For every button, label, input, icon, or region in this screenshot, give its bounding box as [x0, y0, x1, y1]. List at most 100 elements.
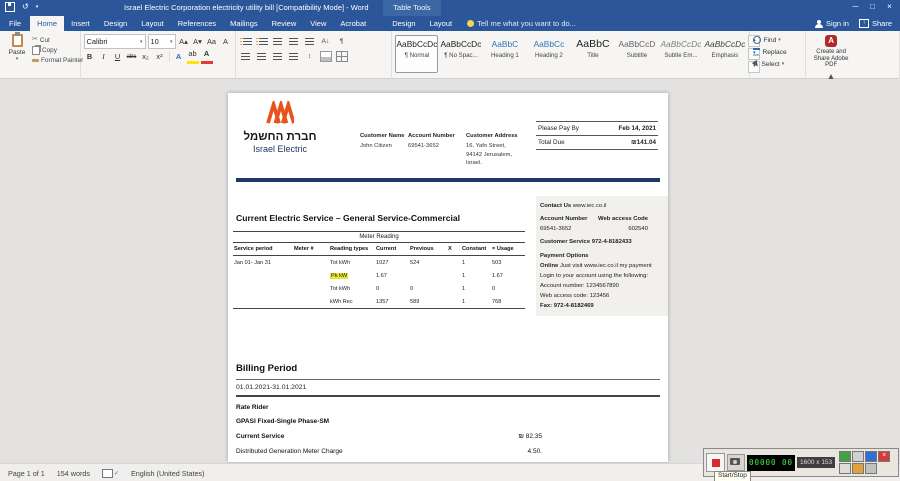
font-row-2: B I U abc x₂ x² A ab A [84, 49, 233, 64]
logo-hebrew-text: חברת החשמל [243, 131, 317, 143]
share-button[interactable]: ↑ Share [858, 19, 892, 28]
settings-icon[interactable] [852, 451, 865, 462]
style-subtitle[interactable]: AaBbCcD Subtitle [615, 35, 658, 73]
window-title: Israel Electric Corporation electricity … [124, 3, 369, 12]
strikethrough-button[interactable]: abc [126, 51, 138, 63]
decrease-indent-button[interactable] [287, 35, 301, 48]
align-left-icon [241, 52, 251, 61]
line-spacing-button[interactable]: ↕ [303, 50, 317, 63]
monitor-icon[interactable] [839, 451, 852, 462]
style-normal[interactable]: AaBbCcDc ¶ Normal [395, 35, 439, 73]
quick-access-toolbar: ↺ ▾ [5, 2, 38, 12]
meter-reading-title: Meter Reading [233, 231, 525, 243]
tab-insert[interactable]: Insert [64, 16, 97, 31]
tool-icon[interactable] [865, 463, 878, 474]
tab-table-layout[interactable]: Layout [423, 16, 460, 31]
borders-button[interactable] [335, 50, 349, 63]
tab-references[interactable]: References [171, 16, 223, 31]
highlight-color-button[interactable]: ab [186, 49, 199, 64]
tab-mailings[interactable]: Mailings [223, 16, 265, 31]
maximize-button[interactable]: □ [864, 0, 881, 15]
underline-button[interactable]: U [112, 51, 124, 63]
cut-button[interactable]: ✂ Cut [32, 35, 83, 45]
share-icon: ↑ [858, 19, 869, 28]
numbering-button[interactable] [255, 35, 269, 48]
shading-button[interactable] [319, 50, 333, 63]
tab-home[interactable]: Home [30, 16, 65, 31]
sort-button[interactable]: A↓ [319, 35, 333, 48]
font-family-select[interactable]: Calibri ▾ [83, 34, 146, 49]
camera-button[interactable] [727, 454, 745, 471]
billing-period-dates: 01.01.2021-31.01.2021 [236, 384, 307, 391]
style-no-spacing[interactable]: AaBbCcDc ¶ No Spac... [439, 35, 482, 73]
tab-review[interactable]: Review [265, 16, 304, 31]
superscript-button[interactable]: x² [154, 51, 166, 63]
style-title[interactable]: AaBbC Title [571, 35, 614, 73]
close-recorder-icon[interactable]: × [878, 451, 891, 462]
style-heading-2[interactable]: AaBbCc Heading 2 [527, 35, 570, 73]
undo-icon[interactable]: ↺ [22, 2, 29, 12]
select-button[interactable]: Select ▾ [752, 58, 803, 70]
total-due-row: Total Due ₪141.04 [536, 135, 658, 149]
grow-font-button[interactable]: A▴ [178, 36, 190, 48]
current-service-row: Current Service ₪ 82.35 [236, 433, 542, 440]
multilevel-list-button[interactable] [271, 35, 285, 48]
account-number-line: Account number: 1234567890 [540, 282, 619, 289]
clear-formatting-button[interactable]: A [220, 36, 232, 48]
account-values-row: 69541-3652 602540 [540, 226, 648, 233]
record-icon [711, 458, 720, 467]
shrink-font-button[interactable]: A▾ [192, 36, 204, 48]
paste-button[interactable]: Paste ▾ [4, 32, 30, 67]
spellcheck-button[interactable]: ✓ [101, 468, 119, 478]
italic-button[interactable]: I [98, 51, 110, 63]
text-effects-button[interactable]: A [173, 51, 185, 63]
font-size-select[interactable]: 10 ▾ [147, 34, 176, 49]
capture-dimensions-label: 1600 x 153 [797, 457, 836, 468]
tab-table-design[interactable]: Design [385, 16, 422, 31]
bold-button[interactable]: B [84, 51, 96, 63]
sign-in-button[interactable]: Sign in [815, 19, 849, 28]
align-center-button[interactable] [255, 50, 269, 63]
language-indicator[interactable]: English (United States) [131, 469, 205, 478]
record-button[interactable] [706, 453, 725, 472]
tab-layout[interactable]: Layout [134, 16, 171, 31]
distributed-generation-amount: 4.50. [527, 448, 542, 455]
find-button[interactable]: Find ▾ [753, 34, 803, 46]
tab-acrobat[interactable]: Acrobat [333, 16, 373, 31]
tell-me-box[interactable]: Tell me what you want to do... [467, 16, 576, 31]
tab-design[interactable]: Design [97, 16, 134, 31]
qat-customize-icon[interactable]: ▾ [36, 2, 39, 12]
justify-button[interactable] [287, 50, 301, 63]
document-page[interactable]: חברת החשמל Israel Electric Customer Name… [228, 93, 668, 462]
style-emphasis[interactable]: AaBbCcDc Emphasis [703, 35, 746, 73]
show-formatting-marks-button[interactable]: ¶ [335, 35, 349, 48]
minimize-recorder-icon[interactable] [865, 451, 878, 462]
bullets-button[interactable] [239, 35, 253, 48]
copy-button[interactable]: Copy [32, 45, 83, 55]
pencil-icon[interactable] [852, 463, 865, 474]
chevron-down-icon: ▾ [781, 61, 785, 67]
current-service-amount: ₪ 82.35 [518, 433, 542, 440]
format-painter-button[interactable]: Format Painter [32, 55, 83, 65]
align-right-button[interactable] [271, 50, 285, 63]
create-share-pdf-button[interactable]: A Create and Share Adobe PDF [809, 34, 853, 71]
tab-file[interactable]: File [0, 16, 30, 31]
bullets-icon [239, 37, 242, 46]
page-indicator[interactable]: Page 1 of 1 [8, 469, 45, 478]
increase-indent-button[interactable] [303, 35, 317, 48]
style-subtle-emphasis[interactable]: AaBbCcDc Subtle Em... [659, 35, 702, 73]
subscript-button[interactable]: x₂ [140, 51, 152, 63]
change-case-button[interactable]: Aa [206, 36, 218, 48]
word-count[interactable]: 154 words [57, 469, 90, 478]
speaker-icon[interactable] [839, 463, 852, 474]
tab-view[interactable]: View [303, 16, 333, 31]
close-button[interactable]: × [881, 0, 898, 15]
customer-name-block: Customer Name John Citizen [360, 133, 405, 149]
replace-button[interactable]: Replace [753, 46, 803, 58]
minimize-button[interactable]: ─ [847, 0, 864, 15]
font-color-button[interactable]: A [200, 49, 213, 64]
align-left-button[interactable] [239, 50, 253, 63]
style-heading-1[interactable]: AaBbC Heading 1 [483, 35, 526, 73]
save-icon[interactable] [5, 2, 15, 12]
chevron-down-icon: ▾ [169, 38, 173, 45]
